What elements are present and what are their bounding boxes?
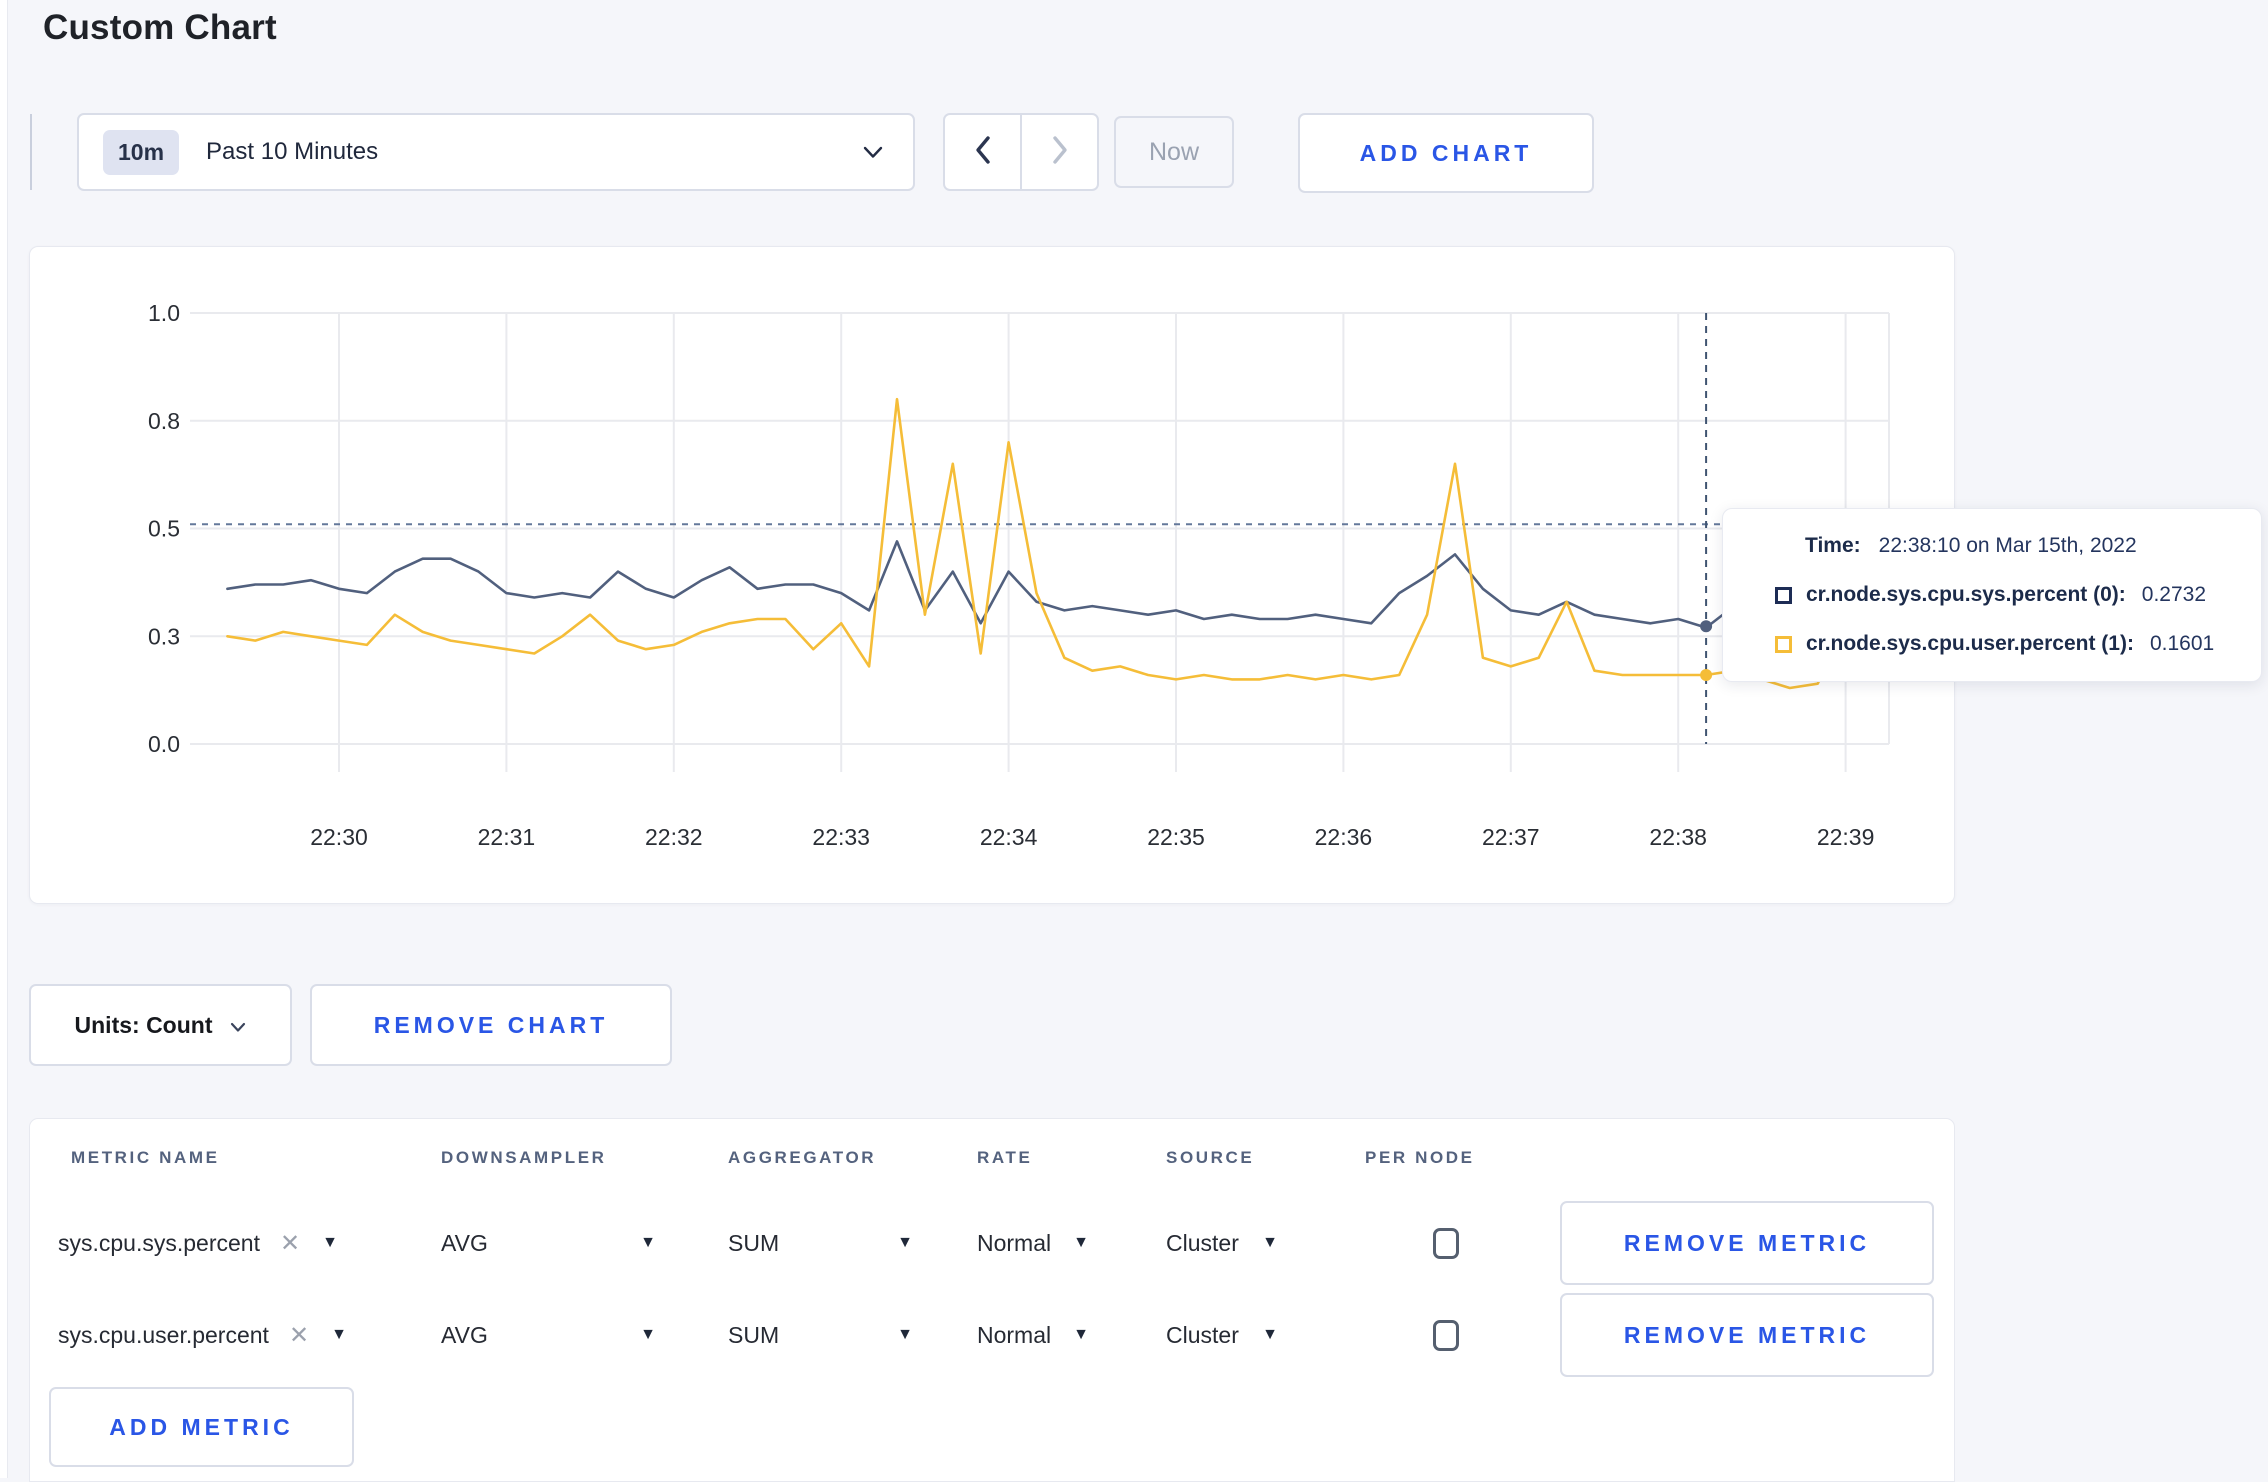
svg-text:0.8: 0.8	[148, 408, 180, 434]
aggregator-value: SUM	[728, 1321, 780, 1348]
metric-name-select[interactable]: sys.cpu.sys.percent	[58, 1230, 260, 1257]
header-source: SOURCE	[1166, 1148, 1255, 1167]
add-chart-button[interactable]: ADD CHART	[1298, 113, 1594, 193]
svg-text:22:38: 22:38	[1649, 824, 1707, 850]
per-node-checkbox[interactable]	[1433, 1319, 1459, 1351]
timeseries-chart[interactable]: 0.0 0.3 0.5 0.8 1.0 22:30 22:31 22:32 22:33 22:34…	[30, 247, 1954, 903]
downsampler-value: AVG	[441, 1321, 488, 1348]
tooltip-series-row: cr.node.sys.cpu.user.percent (1): 0.1601	[1723, 632, 2261, 656]
caret-down-icon: ▼	[1262, 1326, 1278, 1343]
aggregator-select[interactable]: SUM ▼	[728, 1322, 913, 1349]
svg-text:22:36: 22:36	[1315, 824, 1373, 850]
svg-text:22:33: 22:33	[812, 824, 870, 850]
page-edge-strip	[0, 0, 8, 1478]
tooltip-time-row: Time: 22:38:10 on Mar 15th, 2022	[1723, 534, 2261, 558]
svg-text:22:30: 22:30	[310, 824, 368, 850]
next-time-button[interactable]	[1022, 115, 1097, 189]
tooltip-time-label: Time:	[1805, 534, 1861, 557]
metric-name-select[interactable]: sys.cpu.user.percent	[58, 1322, 269, 1349]
add-metric-button[interactable]: ADD METRIC	[49, 1387, 354, 1467]
svg-text:0.5: 0.5	[148, 516, 180, 542]
caret-down-icon[interactable]: ▼	[322, 1234, 338, 1252]
units-select[interactable]: Units: Count	[29, 984, 292, 1066]
rate-value: Normal	[977, 1321, 1052, 1348]
header-downsampler: DOWNSAMPLER	[441, 1148, 607, 1167]
svg-text:22:31: 22:31	[478, 824, 536, 850]
tooltip-sys-value: 0.2732	[2141, 583, 2207, 606]
metric-row: sys.cpu.user.percent ✕ ▼ AVG ▼ SUM ▼ Nor…	[30, 1289, 1954, 1381]
chevron-down-icon	[863, 146, 883, 159]
user-series-swatch-icon	[1775, 635, 1792, 653]
rate-select[interactable]: Normal ▼	[977, 1230, 1089, 1257]
svg-text:22:35: 22:35	[1147, 824, 1205, 850]
downsampler-select[interactable]: AVG ▼	[441, 1230, 656, 1257]
chart-panel: 0.0 0.3 0.5 0.8 1.0 22:30 22:31 22:32 22:33 22:34…	[29, 246, 1955, 904]
caret-down-icon: ▼	[897, 1326, 913, 1343]
toolbar-divider	[30, 114, 32, 190]
clear-metric-icon[interactable]: ✕	[280, 1229, 300, 1258]
tooltip-series-row: cr.node.sys.cpu.sys.percent (0): 0.2732	[1723, 583, 2261, 607]
caret-down-icon[interactable]: ▼	[331, 1326, 347, 1344]
tooltip-time-value: 22:38:10 on Mar 15th, 2022	[1878, 534, 2137, 557]
tooltip-user-value: 0.1601	[2149, 632, 2215, 655]
chevron-down-icon	[230, 1012, 246, 1039]
metrics-table: METRIC NAME DOWNSAMPLER AGGREGATOR RATE …	[29, 1118, 1955, 1482]
downsampler-select[interactable]: AVG ▼	[441, 1322, 656, 1349]
time-nav-group	[943, 113, 1099, 191]
svg-text:1.0: 1.0	[148, 300, 180, 326]
caret-down-icon: ▼	[1262, 1234, 1278, 1251]
per-node-checkbox[interactable]	[1433, 1227, 1459, 1259]
aggregator-value: SUM	[728, 1229, 780, 1256]
svg-text:0.0: 0.0	[148, 731, 180, 757]
caret-down-icon: ▼	[640, 1234, 656, 1251]
rate-value: Normal	[977, 1229, 1052, 1256]
chevron-left-icon	[974, 135, 992, 170]
units-label: Units: Count	[74, 1011, 213, 1038]
svg-text:22:39: 22:39	[1817, 824, 1875, 850]
metrics-table-header: METRIC NAME DOWNSAMPLER AGGREGATOR RATE …	[30, 1119, 1954, 1197]
tooltip-sys-name: cr.node.sys.cpu.sys.percent (0):	[1806, 583, 2126, 606]
source-value: Cluster	[1166, 1321, 1239, 1348]
time-range-label: Past 10 Minutes	[206, 138, 379, 165]
header-rate: RATE	[977, 1148, 1033, 1167]
caret-down-icon: ▼	[1073, 1234, 1089, 1251]
clear-metric-icon[interactable]: ✕	[289, 1321, 309, 1350]
source-value: Cluster	[1166, 1229, 1239, 1256]
aggregator-select[interactable]: SUM ▼	[728, 1230, 913, 1257]
remove-metric-button[interactable]: REMOVE METRIC	[1560, 1201, 1934, 1285]
header-metric-name: METRIC NAME	[71, 1148, 220, 1167]
remove-metric-button[interactable]: REMOVE METRIC	[1560, 1293, 1934, 1377]
tooltip-user-name: cr.node.sys.cpu.user.percent (1):	[1806, 632, 2134, 655]
caret-down-icon: ▼	[897, 1234, 913, 1251]
header-aggregator: AGGREGATOR	[728, 1148, 877, 1167]
time-range-badge: 10m	[103, 129, 180, 175]
custom-chart-page: Custom Chart 10m Past 10 Minutes Now ADD…	[0, 0, 2268, 1482]
svg-text:0.3: 0.3	[148, 623, 180, 649]
page-title: Custom Chart	[43, 8, 277, 47]
caret-down-icon: ▼	[1073, 1326, 1089, 1343]
now-button[interactable]: Now	[1114, 116, 1234, 188]
source-select[interactable]: Cluster ▼	[1166, 1230, 1278, 1257]
downsampler-value: AVG	[441, 1229, 488, 1256]
header-per-node: PER NODE	[1365, 1148, 1475, 1167]
svg-text:22:34: 22:34	[980, 824, 1038, 850]
svg-text:22:37: 22:37	[1482, 824, 1540, 850]
rate-select[interactable]: Normal ▼	[977, 1322, 1089, 1349]
time-range-select[interactable]: 10m Past 10 Minutes	[77, 113, 915, 191]
svg-text:22:32: 22:32	[645, 824, 703, 850]
prev-time-button[interactable]	[945, 115, 1022, 189]
remove-chart-button[interactable]: REMOVE CHART	[310, 984, 672, 1066]
chart-hover-tooltip: Time: 22:38:10 on Mar 15th, 2022 cr.node…	[1722, 508, 2262, 682]
metric-row: sys.cpu.sys.percent ✕ ▼ AVG ▼ SUM ▼ Norm…	[30, 1197, 1954, 1289]
caret-down-icon: ▼	[640, 1326, 656, 1343]
chevron-right-icon	[1051, 135, 1069, 170]
source-select[interactable]: Cluster ▼	[1166, 1322, 1278, 1349]
sys-series-swatch-icon	[1775, 586, 1792, 604]
